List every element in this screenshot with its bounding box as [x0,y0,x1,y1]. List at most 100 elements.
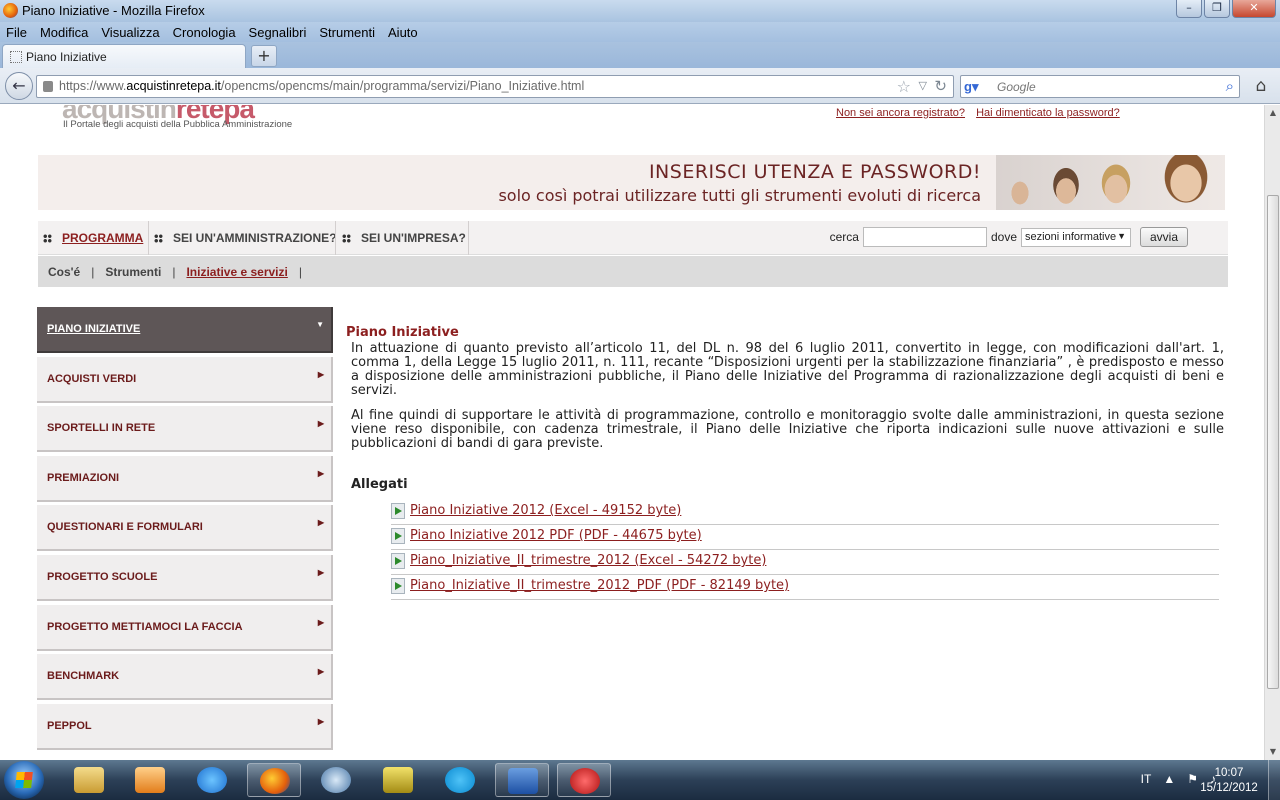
page-title: Piano Iniziative [346,325,459,340]
attachment-link[interactable]: Piano_Iniziative_II_trimestre_2012_PDF (… [410,578,789,593]
forgot-password-link[interactable]: Hai dimenticato la password? [976,107,1120,119]
main-content: Piano Iniziative In attuazione di quanto… [346,325,1224,600]
download-icon[interactable] [391,578,405,594]
avvia-button[interactable]: avvia [1140,227,1188,247]
chevron-down-icon: ▼ [316,320,324,329]
page-icon [10,51,22,63]
firefox-taskbar-icon[interactable] [247,763,301,797]
sidebar-item-benchmark[interactable]: BENCHMARK ▶ [37,654,333,701]
nav-amministrazione[interactable]: SEI UN'AMMINISTRAZIONE? [154,221,337,255]
reload-icon[interactable]: ↻ [934,77,947,95]
url-bar[interactable]: https://www.acquistinretepa.it/opencms/o… [36,75,954,98]
banner-photo [996,155,1225,210]
site-search-input[interactable] [862,227,987,247]
banner-line1: INSERISCI UTENZA E PASSWORD! [648,161,981,183]
folder-icon [74,767,104,793]
clock[interactable]: 10:07 15/12/2012 [1196,766,1262,796]
sidebar-item-progetto-scuole[interactable]: PROGETTO SCUOLE ▶ [37,554,333,601]
home-icon[interactable]: ⌂ [1250,76,1272,96]
search-bar[interactable]: g▾ Google ⌕ [960,75,1240,98]
download-icon[interactable] [391,528,405,544]
show-desktop-button[interactable] [1268,760,1280,800]
banner-line2: solo così potrai utilizzare tutti gli st… [498,186,981,205]
search-label: cerca [829,230,859,244]
attachment-link[interactable]: Piano Iniziative 2012 PDF (PDF - 44675 b… [410,528,702,543]
keys-icon [383,767,413,793]
subnav-strumenti[interactable]: Strumenti [105,265,161,279]
sub-nav: Cos'é | Strumenti | Iniziative e servizi… [38,256,1228,287]
chevron-right-icon: ▶ [317,518,324,528]
language-indicator[interactable]: IT [1141,772,1152,786]
menu-aiuto[interactable]: Aiuto [388,25,418,40]
start-button[interactable] [4,761,44,799]
menu-cronologia[interactable]: Cronologia [173,25,236,40]
where-select[interactable]: sezioni informative ▼ [1021,227,1131,247]
history-dropdown-icon[interactable]: ▽ [919,79,927,92]
menu-segnalibri[interactable]: Segnalibri [249,25,307,40]
attachment-item: Piano_Iniziative_II_trimestre_2012_PDF (… [391,575,1219,600]
subnav-cose[interactable]: Cos'é [48,265,80,279]
firefox-logo-icon [3,3,18,18]
back-button[interactable]: ← [5,72,33,100]
sidebar-item-acquisti-verdi[interactable]: ACQUISTI VERDI ▶ [37,356,333,403]
mail-taskbar-icon[interactable] [309,763,363,797]
window-titlebar: Piano Iniziative - Mozilla Firefox – ❐ ✕ [0,0,1280,22]
explorer-taskbar-icon[interactable] [62,763,116,797]
menu-strumenti[interactable]: Strumenti [319,25,375,40]
sidebar-item-piano-iniziative[interactable]: PIANO INIZIATIVE ▼ [37,307,333,353]
sidebar-item-premiazioni[interactable]: PREMIAZIONI ▶ [37,455,333,502]
scroll-down-icon[interactable]: ▼ [1266,745,1280,759]
attachment-item: Piano Iniziative 2012 PDF (PDF - 44675 b… [391,525,1219,550]
where-label: dove [990,230,1017,244]
scrollbar-thumb[interactable] [1267,195,1279,689]
search-icon[interactable]: ⌕ [1226,77,1234,95]
skype-taskbar-icon[interactable] [433,763,487,797]
media-player-taskbar-icon[interactable] [123,763,177,797]
attachment-link[interactable]: Piano Iniziative 2012 (Excel - 49152 byt… [410,503,681,518]
menu-file[interactable]: File [6,25,27,40]
restore-button[interactable]: ❐ [1204,0,1230,18]
tab-title: Piano Iniziative [26,50,107,64]
bullet-icon [43,233,52,243]
attachment-link[interactable]: Piano_Iniziative_II_trimestre_2012 (Exce… [410,553,766,568]
clock-time: 10:07 [1214,767,1244,779]
google-icon[interactable]: g▾ [964,79,980,95]
register-link[interactable]: Non sei ancora registrato? [836,107,965,119]
login-banner[interactable]: INSERISCI UTENZA E PASSWORD! solo così p… [38,155,1225,210]
close-button[interactable]: ✕ [1232,0,1276,18]
mobile-app-taskbar-icon[interactable] [557,763,611,797]
mobile-app-icon [570,768,600,794]
sidebar-item-peppol[interactable]: PEPPOL ▶ [37,703,333,750]
bookmark-star-icon[interactable]: ☆ [897,77,911,96]
menu-modifica[interactable]: Modifica [40,25,88,40]
scroll-up-icon[interactable]: ▲ [1266,106,1280,120]
word-taskbar-icon[interactable] [495,763,549,797]
bullet-icon [342,233,351,243]
media-icon [135,767,165,793]
new-tab-button[interactable]: + [251,45,277,67]
minimize-button[interactable]: – [1176,0,1202,18]
page-scrollbar[interactable]: ▲ ▼ [1264,105,1280,760]
nav-impresa[interactable]: SEI UN'IMPRESA? [342,221,466,255]
intro-paragraph: In attuazione di quanto previsto all’art… [351,341,1224,398]
sidebar-item-sportelli-in-rete[interactable]: SPORTELLI IN RETE ▶ [37,406,333,453]
attachments-heading: Allegati [351,477,408,492]
sidebar-item-mettiamoci-la-faccia[interactable]: PROGETTO METTIAMOCI LA FACCIA ▶ [37,604,333,651]
tab-bar: Piano Iniziative + [0,42,1280,68]
show-hidden-icons-icon[interactable]: ▲ [1163,772,1175,786]
chevron-right-icon: ▶ [317,716,324,726]
keys-taskbar-icon[interactable] [371,763,425,797]
nav-programma[interactable]: PROGRAMMA [43,221,143,255]
sidebar-item-questionari[interactable]: QUESTIONARI E FORMULARI ▶ [37,505,333,552]
subnav-iniziative-servizi[interactable]: Iniziative e servizi [186,265,287,279]
chevron-right-icon: ▶ [317,667,324,677]
chevron-right-icon: ▶ [317,419,324,429]
menu-visualizza[interactable]: Visualizza [101,25,159,40]
tab-piano-iniziative[interactable]: Piano Iniziative [2,44,246,68]
url-text: https://www.acquistinretepa.it/opencms/o… [59,79,585,93]
navigation-bar: ← https://www.acquistinretepa.it/opencms… [0,68,1280,104]
site-search: cerca dove sezioni informative ▼ avvia [830,227,1188,247]
download-icon[interactable] [391,503,405,519]
ie-taskbar-icon[interactable] [185,763,239,797]
download-icon[interactable] [391,553,405,569]
